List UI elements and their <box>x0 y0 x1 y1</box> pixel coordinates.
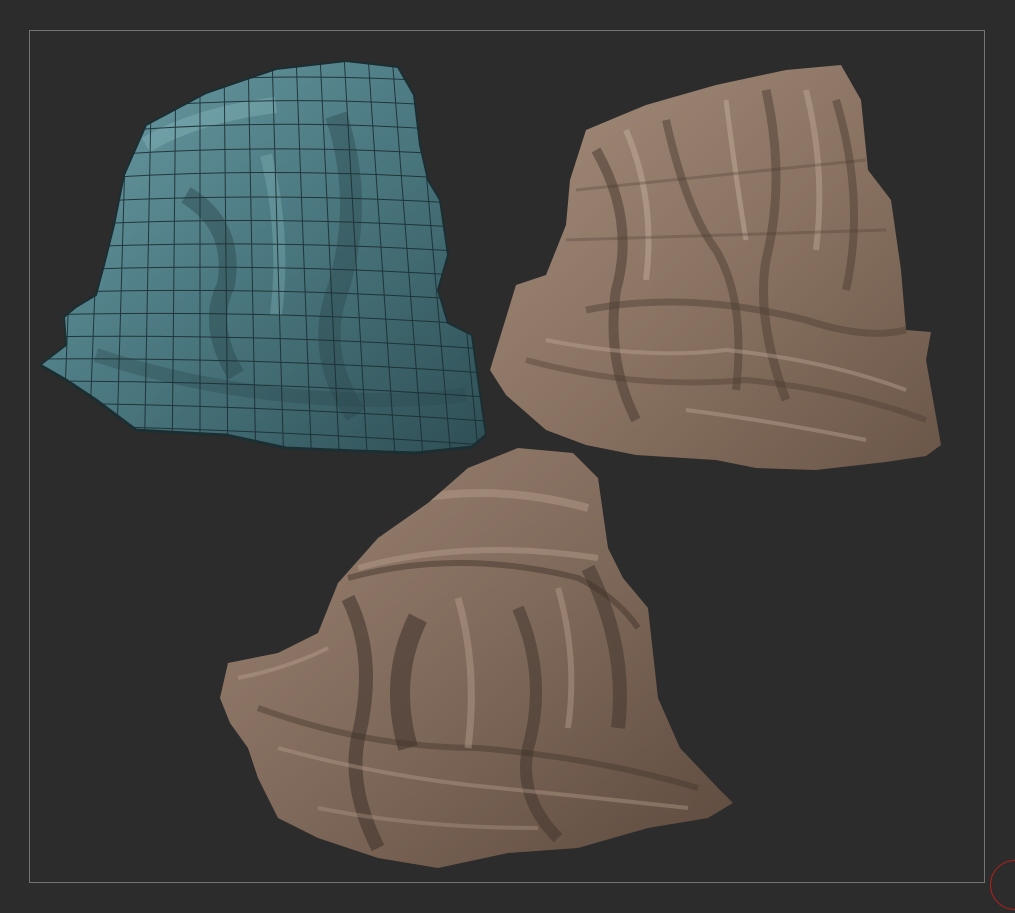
cloth-model-wireframe[interactable] <box>36 55 486 470</box>
cloth-model-mid-detail[interactable] <box>486 60 946 480</box>
circle-indicator-icon <box>990 860 1015 910</box>
cloth-model-high-detail[interactable] <box>218 448 738 873</box>
sculpt-viewport[interactable] <box>0 0 1015 913</box>
mid-detail-cloth-surface <box>490 65 941 470</box>
